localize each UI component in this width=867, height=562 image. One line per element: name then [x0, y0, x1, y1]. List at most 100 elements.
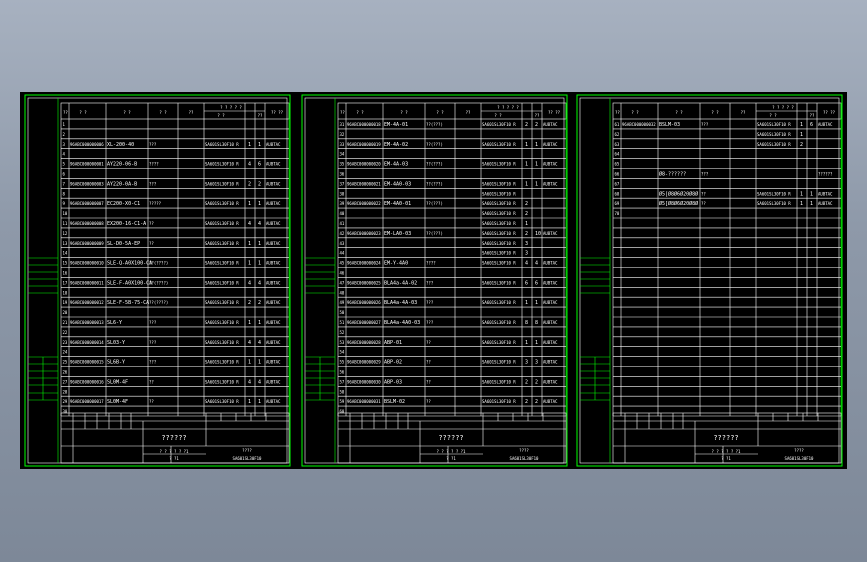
- table-row[interactable]: 70: [615, 211, 620, 216]
- table-row[interactable]: 65: [615, 162, 620, 167]
- table-row[interactable]: 67: [615, 181, 620, 186]
- table-row[interactable]: 55 96ABC000000029 ABP-02?? SA601SL30F10 R 3 3…: [340, 360, 559, 366]
- table-row[interactable]: 54: [340, 350, 345, 355]
- table-row[interactable]: 49 96ABC000000026 BLA4a-4A-03??? SA601SL30F…: [340, 300, 559, 306]
- table-row[interactable]: 17 96ABC000000011 SLE-F-A0X100-CA??(????) S…: [63, 280, 282, 286]
- table-row[interactable]: 40 SA601SL30F10 R 2: [340, 211, 529, 217]
- part-total: 1: [258, 360, 261, 366]
- table-row[interactable]: 14: [63, 251, 68, 256]
- part-total: 1: [258, 399, 261, 405]
- table-row[interactable]: 10: [63, 211, 68, 216]
- table-row[interactable]: 21 96ABC000000013 SL6-Y??? SA601SL30F10 R 1 1…: [63, 320, 282, 326]
- table-row[interactable]: 9 96ABC000000007 EC200-X0-C1????? SA601SL30…: [63, 201, 282, 207]
- table-row[interactable]: 39 96ABC000000022 EM-4A0-01 ??(???) SA601SL3…: [340, 201, 529, 207]
- table-row[interactable]: 38 SA601SL30F10 R: [340, 191, 517, 196]
- table-row[interactable]: 61 96ABC000000032 BSLM-03??? SA601SL30F10 R…: [615, 122, 834, 128]
- header-code: ? ?: [79, 110, 87, 115]
- table-row[interactable]: 13 96ABC000000009 SL-D0-5A-EP?? SA601SL30F1…: [63, 241, 282, 247]
- table-row[interactable]: 41 SA601SL30F10 R 1: [340, 221, 529, 227]
- table-row[interactable]: 26: [63, 370, 68, 375]
- table-row[interactable]: 62 SA601SL30F10 R 1: [615, 132, 804, 138]
- part-standard: SA601SL30F10 R: [482, 360, 516, 365]
- table-row[interactable]: 30: [63, 409, 68, 414]
- table-row[interactable]: 56: [340, 370, 345, 375]
- table-row[interactable]: 51 96ABC000000027 BLA4a-4A0-03??? SA601SL30…: [340, 320, 559, 326]
- table-row[interactable]: 34: [340, 152, 345, 157]
- table-row[interactable]: 5 96ABC000000001 AY220-06-B???? SA601SL30F1…: [63, 162, 282, 168]
- table-row[interactable]: 52: [340, 330, 345, 335]
- table-row[interactable]: 48: [340, 290, 345, 295]
- table-row[interactable]: 4: [63, 152, 66, 157]
- table-row[interactable]: 57 96ABC000000030 ABP-03?? SA601SL30F10 R 2 2…: [340, 379, 559, 385]
- drawing-number: SA601SL30F10: [785, 456, 814, 461]
- table-row[interactable]: 58: [340, 389, 345, 394]
- cad-drawing-canvas[interactable]: ??? ?? ?? ???? ? ? ? ?? ????? ?? 1 2 3 96ABC…: [20, 92, 847, 469]
- table-row[interactable]: 66 Ø8-???????????????: [615, 171, 834, 178]
- table-row[interactable]: 42 96ABC000000023 EM-LA0-03 ??(???) SA601SL3…: [340, 231, 559, 237]
- table-row[interactable]: 22: [63, 330, 68, 335]
- table-row[interactable]: 27 96ABC000000016 SL0M-4F?? SA601SL30F10 R 4…: [63, 379, 282, 385]
- table-row[interactable]: 11 96ABC000000008 EX200-16-C1-A?? SA601SL30…: [63, 221, 282, 227]
- part-material: ??(???): [426, 122, 443, 127]
- part-standard: SA601SL30F10 R: [757, 142, 791, 147]
- table-row[interactable]: 47 96ABC000000025 BLA4a-4A-02??? SA601SL30F…: [340, 280, 559, 286]
- table-row[interactable]: 69 Ø5[Ø8Ø6Ø20Ø8Ø?? SA601SL30F10 R 1 1 AUBTAC: [615, 200, 834, 207]
- table-row[interactable]: 23 96ABC000000014 SL03-Y??? SA601SL30F10 R 4…: [63, 340, 282, 346]
- row-number: 19: [63, 300, 68, 305]
- table-row[interactable]: 7 96ABC000000003 AY220-0A-B??? SA601SL30F10…: [63, 181, 282, 187]
- table-row[interactable]: 1: [63, 122, 66, 127]
- part-code: 96ABC000000030: [347, 379, 381, 384]
- table-row[interactable]: 18: [63, 290, 68, 295]
- part-note: AUBTAC: [266, 221, 281, 226]
- table-row[interactable]: 25 96ABC000000015 SL6B-Y??? SA601SL30F10 R 1…: [63, 360, 282, 366]
- part-name: EX200-16-C1-A: [107, 221, 146, 227]
- table-row[interactable]: 33 96ABC000000019 EM-4A-02 ??(???) SA601SL30…: [340, 142, 559, 148]
- table-row[interactable]: 19 96ABC000000012 SLE-F-5B-75-CA ??(????) SA…: [63, 300, 282, 306]
- table-row[interactable]: 16: [63, 271, 68, 276]
- project-title: ??????: [438, 434, 463, 442]
- row-number: 62: [615, 132, 620, 137]
- table-row[interactable]: 6: [63, 172, 66, 177]
- table-row[interactable]: 60: [340, 409, 345, 414]
- table-row[interactable]: 8: [63, 191, 66, 196]
- part-name: SL-D0-5A-EP: [107, 241, 140, 247]
- table-row[interactable]: 43 SA601SL30F10 R 3: [340, 241, 529, 247]
- table-row[interactable]: 35 96ABC000000020 EM-4A-03 ??(???) SA601SL30…: [340, 162, 559, 168]
- header-weight: ? ? ? ? ?: [772, 105, 794, 110]
- table-row[interactable]: 63 SA601SL30F10 R 2: [615, 142, 804, 148]
- table-row[interactable]: 44 SA601SL30F10 R 3: [340, 251, 529, 257]
- table-row[interactable]: 3 96ABC000000006 XL-200-40??? SA601SL30F10 …: [63, 142, 282, 148]
- part-qty: 2: [248, 181, 251, 187]
- table-row[interactable]: 46: [340, 271, 345, 276]
- part-material: ??(???): [426, 231, 443, 236]
- table-row[interactable]: 50: [340, 310, 345, 315]
- table-row[interactable]: 12: [63, 231, 68, 236]
- row-number: 69: [615, 201, 620, 206]
- table-row[interactable]: 31 96ABC000000018 EM-4A-01 ??(???) SA601SL30…: [340, 122, 559, 128]
- table-row[interactable]: 28: [63, 389, 68, 394]
- part-material: ???: [149, 340, 157, 345]
- project-title: ??????: [161, 434, 186, 442]
- table-row[interactable]: 24: [63, 350, 68, 355]
- part-material: ???: [426, 280, 434, 285]
- table-row[interactable]: 64: [615, 152, 620, 157]
- part-note: AUBTAC: [543, 300, 558, 305]
- table-row[interactable]: 32: [340, 132, 345, 137]
- part-material: ??: [149, 379, 154, 384]
- table-row[interactable]: 45 96ABC000000024 EM-Y-4A0???? SA601SL30F10…: [340, 261, 559, 267]
- part-material: ????: [426, 261, 436, 266]
- table-row[interactable]: 59 96ABC000000031 BSLM-02?? SA601SL30F10 R 2…: [340, 399, 559, 405]
- table-row[interactable]: 68 Ø5[Ø8Ø6Ø20Ø8Ø?? SA601SL30F10 R 1 1 AUBTAC: [615, 190, 834, 197]
- part-code: 96ABC000000019: [347, 142, 381, 147]
- row-number: 11: [63, 221, 68, 226]
- part-standard: SA601SL30F10 R: [205, 142, 239, 147]
- part-code: 96ABC000000017: [70, 399, 104, 404]
- table-row[interactable]: 37 96ABC000000021 EM-4A0-03 ??(???) SA601SL3…: [340, 181, 559, 187]
- part-material: ?????: [149, 201, 162, 206]
- table-row[interactable]: 36: [340, 172, 345, 177]
- table-row[interactable]: 15 96ABC000000010 SLE-Q-A0X100-CA??(????) S…: [63, 261, 282, 267]
- table-row[interactable]: 29 96ABC000000017 SL0M-4F?? SA601SL30F10 R 1…: [63, 399, 282, 405]
- table-row[interactable]: 2: [63, 132, 66, 137]
- table-row[interactable]: 53 96ABC000000028 ABP-01?? SA601SL30F10 R 1 1…: [340, 340, 559, 346]
- table-row[interactable]: 20: [63, 310, 68, 315]
